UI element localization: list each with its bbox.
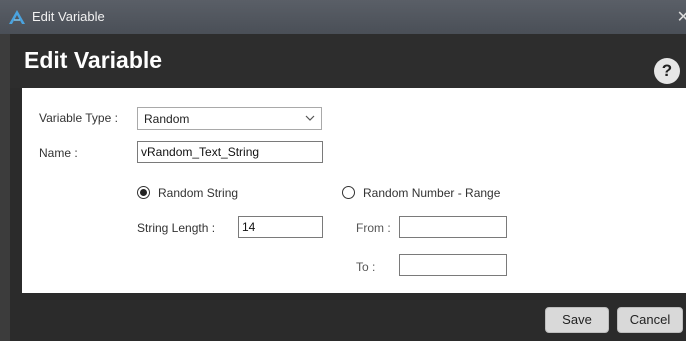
left-edge xyxy=(0,34,10,341)
help-button[interactable]: ? xyxy=(654,58,680,84)
variable-type-value: Random xyxy=(144,112,190,126)
from-label: From : xyxy=(356,221,391,235)
window-title: Edit Variable xyxy=(32,9,105,24)
random-string-radio[interactable] xyxy=(137,186,150,199)
app-logo-icon xyxy=(9,10,25,24)
window-title-bar: Edit Variable ✕ xyxy=(0,0,686,35)
name-field[interactable]: vRandom_Text_String xyxy=(137,141,323,163)
to-field[interactable] xyxy=(399,254,507,276)
string-length-field[interactable]: 14 xyxy=(238,216,323,238)
random-number-range-radio[interactable] xyxy=(342,186,355,199)
string-length-label: String Length : xyxy=(137,221,216,235)
variable-type-select[interactable]: Random xyxy=(137,107,322,130)
dialog-header: Edit Variable xyxy=(10,34,686,88)
to-label: To : xyxy=(356,260,376,274)
variable-type-label: Variable Type : xyxy=(39,111,118,125)
chevron-down-icon xyxy=(305,115,315,121)
dialog-heading: Edit Variable xyxy=(24,47,163,73)
cancel-button[interactable]: Cancel xyxy=(617,307,683,333)
string-length-value: 14 xyxy=(242,220,256,234)
from-field[interactable] xyxy=(399,216,507,238)
radio-selected-dot xyxy=(140,189,147,196)
name-value: vRandom_Text_String xyxy=(141,145,260,159)
name-label: Name : xyxy=(39,146,78,160)
random-string-label: Random String xyxy=(158,186,239,200)
save-button[interactable]: Save xyxy=(545,307,609,333)
close-icon[interactable]: ✕ xyxy=(677,7,686,27)
random-number-range-label: Random Number - Range xyxy=(363,186,501,200)
